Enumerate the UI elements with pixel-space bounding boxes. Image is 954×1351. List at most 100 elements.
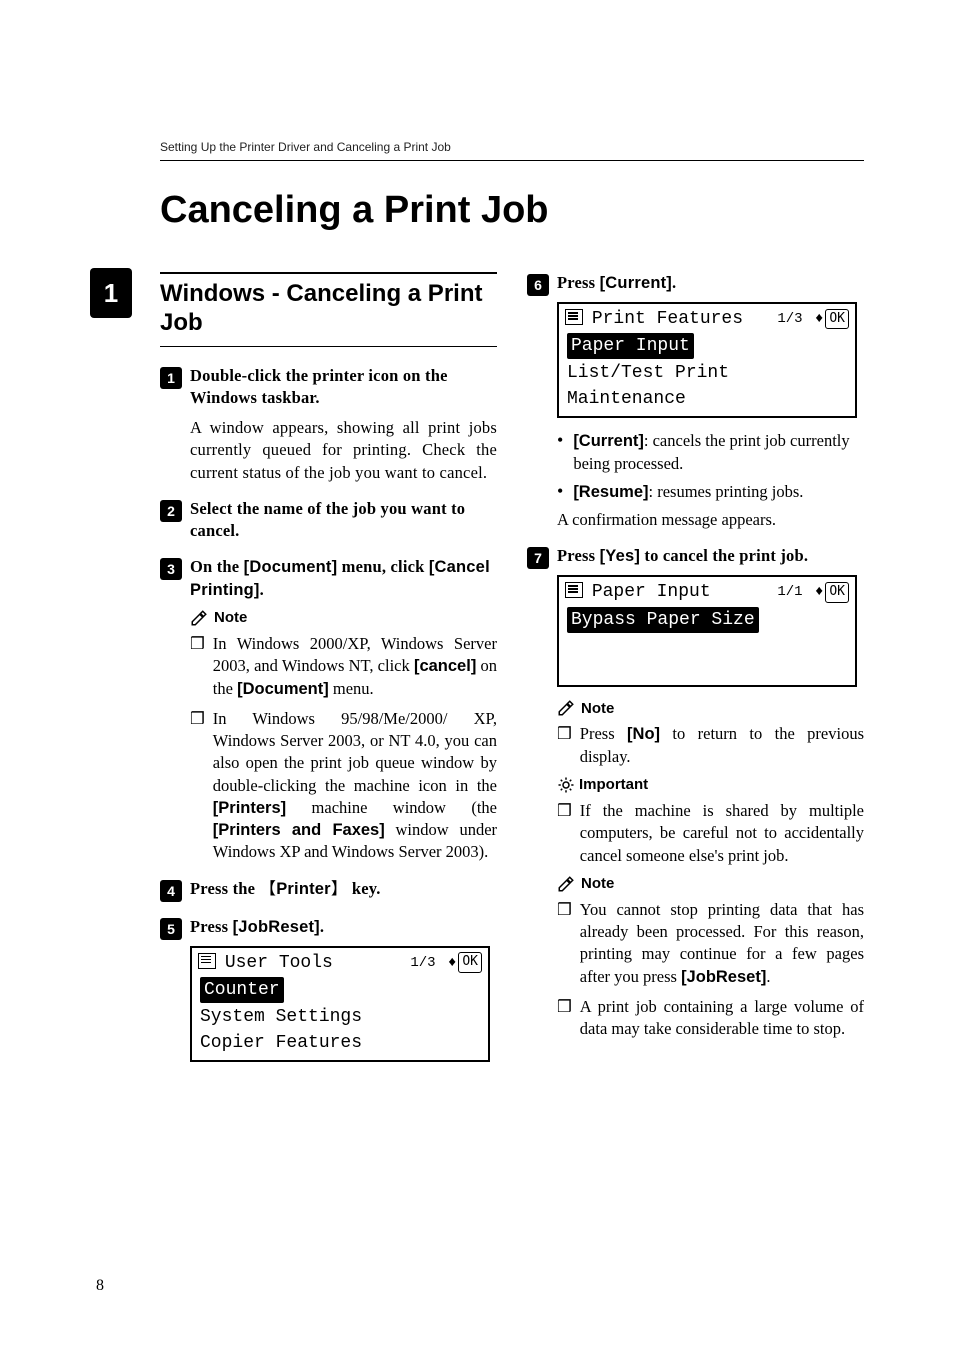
lcd-screen-paper-input: Paper Input 1/1 ♦OK Bypass Paper Size bbox=[557, 575, 857, 687]
ui-label-current: [Current] bbox=[600, 274, 672, 292]
txt: machine window (the bbox=[286, 798, 497, 817]
screen-pager: 1/3 bbox=[777, 309, 802, 329]
important-list: ❒ If the machine is shared by multiple c… bbox=[557, 800, 864, 867]
bullet-icon: ❒ bbox=[557, 996, 572, 1041]
ui-label-current: [Current] bbox=[573, 432, 644, 450]
txt: key. bbox=[348, 879, 381, 898]
ui-label-jobreset: [JobReset] bbox=[681, 968, 766, 986]
step-7: 7 Press [Yes] to cancel the print job. P… bbox=[527, 545, 864, 1040]
note-list: ❒ You cannot stop printing data that has… bbox=[557, 899, 864, 1041]
txt: . bbox=[766, 967, 770, 986]
txt: Press bbox=[557, 546, 600, 565]
screen-row: Maintenance bbox=[563, 386, 851, 412]
note-heading: Note bbox=[557, 699, 864, 717]
ui-label-yes: [Yes] bbox=[600, 547, 640, 565]
screen-row-selected: Counter bbox=[200, 977, 284, 1003]
step-3: 3 On the [Document] menu, click [Cancel … bbox=[160, 556, 497, 863]
list-icon bbox=[198, 953, 214, 967]
chapter-side-tab: 1 bbox=[90, 268, 132, 318]
list-item: ❒ If the machine is shared by multiple c… bbox=[557, 800, 864, 867]
step-number: 3 bbox=[160, 558, 182, 580]
txt: Press the bbox=[190, 879, 260, 898]
ui-label-no: [No] bbox=[627, 725, 660, 743]
note-label: Note bbox=[214, 609, 247, 626]
step-text: Press [Yes] to cancel the print job. bbox=[557, 545, 808, 567]
section-heading: Windows - Canceling a Print Job bbox=[160, 272, 497, 347]
gear-icon bbox=[557, 776, 575, 794]
txt: : resumes printing jobs. bbox=[649, 482, 804, 501]
note-heading: Note bbox=[190, 609, 497, 627]
bullet-icon: ❒ bbox=[190, 708, 205, 864]
bullet-icon: • bbox=[557, 481, 563, 503]
important-heading: Important bbox=[557, 776, 864, 794]
txt: . bbox=[260, 580, 264, 599]
arrow-icon: ♦ bbox=[448, 953, 456, 973]
txt: A print job containing a large volume of… bbox=[580, 996, 864, 1041]
list-item: ❒ In Windows 2000/XP, Windows Server 200… bbox=[190, 633, 497, 700]
ui-label-printers-faxes: [Printers and Faxes] bbox=[213, 821, 385, 839]
arrow-icon: ♦ bbox=[815, 309, 823, 329]
step-text: Press [Current]. bbox=[557, 272, 676, 294]
txt: Press bbox=[190, 917, 233, 936]
bullet-icon: ❒ bbox=[557, 800, 572, 867]
bullet-icon: ❒ bbox=[190, 633, 205, 700]
screen-row-selected: Paper Input bbox=[567, 333, 694, 359]
step-1: 1 Double-click the printer icon on the W… bbox=[160, 365, 497, 484]
screen-row: System Settings bbox=[196, 1004, 484, 1030]
running-header: Setting Up the Printer Driver and Cancel… bbox=[160, 140, 864, 161]
screen-pager: 1/3 bbox=[410, 953, 435, 973]
txt: Press bbox=[580, 724, 627, 743]
note-list: ❒ Press [No] to return to the previous d… bbox=[557, 723, 864, 768]
txt: On the bbox=[190, 557, 244, 576]
pencil-icon bbox=[557, 699, 575, 717]
step-body: A window appears, showing all print jobs… bbox=[190, 417, 497, 484]
txt: Press bbox=[557, 273, 600, 292]
list-item: ❒ A print job containing a large volume … bbox=[557, 996, 864, 1041]
page-title: Canceling a Print Job bbox=[160, 189, 864, 232]
list-item: ❒ In Windows 95/98/Me/2000/ XP, Windows … bbox=[190, 708, 497, 864]
screen-title: User Tools bbox=[225, 953, 333, 973]
note-label: Note bbox=[581, 875, 614, 892]
step-number: 5 bbox=[160, 918, 182, 940]
ui-label-cancel: [cancel] bbox=[414, 657, 476, 675]
list-item: • [Resume]: resumes printing jobs. bbox=[557, 481, 864, 503]
ui-label-printers: [Printers] bbox=[213, 799, 286, 817]
screen-title: Paper Input bbox=[592, 582, 711, 602]
ui-label-document: [Document] bbox=[237, 680, 329, 698]
step-text: Press [JobReset]. bbox=[190, 916, 324, 938]
screen-row: Copier Features bbox=[196, 1030, 484, 1056]
step-number: 6 bbox=[527, 274, 549, 296]
ok-icon: OK bbox=[458, 952, 482, 973]
note-heading: Note bbox=[557, 875, 864, 893]
txt: If the machine is shared by multiple com… bbox=[580, 800, 864, 867]
step-number: 2 bbox=[160, 500, 182, 522]
screen-pager: 1/1 bbox=[777, 582, 802, 602]
screen-row-selected: Bypass Paper Size bbox=[567, 607, 759, 633]
ui-label-document: [Document] bbox=[244, 558, 338, 576]
step-4: 4 Press the Printer key. bbox=[160, 878, 497, 902]
page-number: 8 bbox=[96, 1277, 104, 1295]
note-label: Note bbox=[581, 700, 614, 717]
right-column: 6 Press [Current]. Print Features 1/3 ♦O… bbox=[527, 272, 864, 1076]
txt: menu. bbox=[329, 679, 374, 698]
pencil-icon bbox=[557, 875, 575, 893]
step-tail: A confirmation message appears. bbox=[557, 509, 864, 531]
list-item: ❒ Press [No] to return to the previous d… bbox=[557, 723, 864, 768]
step-2: 2 Select the name of the job you want to… bbox=[160, 498, 497, 543]
left-column: Windows - Canceling a Print Job 1 Double… bbox=[160, 272, 497, 1076]
bullet-icon: ❒ bbox=[557, 899, 572, 988]
lcd-screen-user-tools: User Tools 1/3 ♦OK Counter System Settin… bbox=[190, 946, 490, 1062]
step-text: On the [Document] menu, click [Cancel Pr… bbox=[190, 556, 497, 601]
list-icon bbox=[565, 309, 581, 323]
bullet-icon: ❒ bbox=[557, 723, 572, 768]
screen-title: Print Features bbox=[592, 309, 743, 329]
step-number: 1 bbox=[160, 367, 182, 389]
txt: . bbox=[672, 273, 676, 292]
txt: In Windows 95/98/Me/2000/ XP, Windows Se… bbox=[213, 709, 497, 795]
txt: menu, click bbox=[337, 557, 429, 576]
step-text: Press the Printer key. bbox=[190, 878, 381, 900]
step-number: 7 bbox=[527, 547, 549, 569]
step-6: 6 Press [Current]. Print Features 1/3 ♦O… bbox=[527, 272, 864, 531]
important-label: Important bbox=[579, 776, 648, 793]
txt: . bbox=[320, 917, 324, 936]
